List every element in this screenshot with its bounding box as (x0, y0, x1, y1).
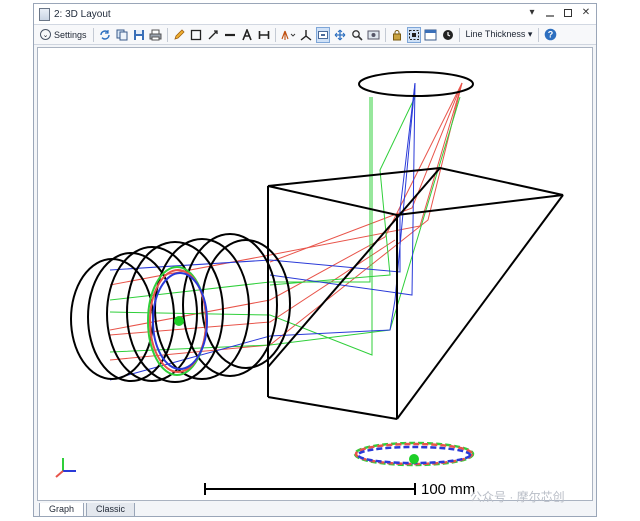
line-icon[interactable] (223, 27, 237, 43)
scale-bar-label: 100 mm (421, 481, 476, 498)
toolbar-separator (166, 27, 168, 42)
zoom-icon[interactable] (350, 27, 364, 43)
toolbar-separator (458, 27, 460, 42)
window: 2: 3D Layout ▾ ✕ ⌄ Settings Line Thickne… (33, 3, 597, 517)
window-layout-icon[interactable] (424, 27, 438, 43)
window-maximize-button[interactable] (562, 6, 574, 20)
pan-icon[interactable] (333, 27, 347, 43)
copy-icon[interactable] (115, 27, 129, 43)
window-controls: ▾ ✕ (526, 6, 592, 20)
tab-classic[interactable]: Classic (86, 503, 136, 517)
toolbar-separator (538, 27, 540, 42)
app-icon (39, 7, 50, 21)
frame-select-icon[interactable] (406, 26, 421, 43)
toolbar-separator (92, 27, 94, 42)
toolbar-separator (384, 27, 386, 42)
dimension-icon[interactable] (257, 27, 271, 43)
fit-view-icon[interactable] (315, 26, 330, 43)
svg-text:?: ? (548, 30, 554, 40)
axes-dropdown-icon[interactable] (280, 27, 296, 43)
rotate-axes-icon[interactable] (299, 27, 313, 43)
lock-icon[interactable] (390, 27, 404, 43)
window-title: 2: 3D Layout (54, 8, 111, 20)
pencil-icon[interactable] (172, 27, 186, 43)
clock-icon[interactable] (441, 27, 455, 43)
layout-viewport[interactable] (37, 47, 593, 501)
print-icon[interactable] (149, 27, 163, 43)
refresh-icon[interactable] (98, 27, 112, 43)
watermark-text: 公众号 · 摩尔芯创 (470, 490, 565, 504)
settings-button[interactable]: ⌄ Settings (38, 27, 89, 43)
toolbar-separator (274, 27, 276, 42)
image-export-icon[interactable] (367, 27, 381, 43)
window-minimize-button[interactable] (544, 6, 556, 20)
view-tabs: Graph Classic (39, 503, 137, 517)
toolbar: ⌄ Settings Line Thickness ▾ ? (34, 25, 596, 45)
tab-graph[interactable]: Graph (39, 503, 85, 517)
rectangle-icon[interactable] (189, 27, 203, 43)
window-close-button[interactable]: ✕ (580, 6, 592, 20)
text-icon[interactable] (240, 27, 254, 43)
settings-label: Settings (54, 29, 87, 40)
line-thickness-dropdown[interactable]: Line Thickness ▾ (464, 27, 535, 43)
help-icon[interactable]: ? (543, 27, 557, 43)
settings-chevron-icon: ⌄ (40, 29, 51, 40)
window-menu-dropdown-icon[interactable]: ▾ (526, 6, 538, 20)
arrow-line-icon[interactable] (206, 27, 220, 43)
save-icon[interactable] (132, 27, 146, 43)
title-bar: 2: 3D Layout ▾ ✕ (34, 4, 596, 25)
